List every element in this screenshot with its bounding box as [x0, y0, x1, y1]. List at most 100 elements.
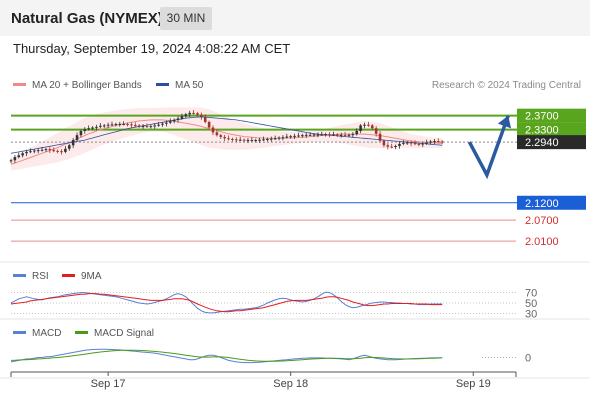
candle-body: [83, 129, 87, 131]
candle-body: [363, 124, 366, 126]
candle-body: [437, 141, 440, 143]
bollinger-band-area: [11, 107, 443, 171]
candle-body: [122, 124, 125, 126]
research-credit: Research © 2024 Trading Central: [431, 80, 581, 91]
candle-body: [44, 149, 48, 151]
candle-body: [67, 145, 71, 149]
candle-body: [176, 118, 180, 120]
candle-body: [258, 139, 261, 141]
candle-body: [207, 121, 211, 128]
candle-body: [36, 150, 40, 152]
candle-body: [413, 143, 417, 145]
candle-body: [347, 134, 351, 136]
candle-body: [114, 124, 118, 126]
candle-body: [215, 132, 219, 136]
candle-body: [87, 128, 90, 130]
legend-macd: MACD: [13, 328, 61, 339]
legend-ma20-swatch: [13, 82, 26, 86]
candle-body: [374, 128, 378, 134]
candle-body: [157, 124, 160, 126]
legend-macd-signal-swatch: [75, 330, 88, 334]
candle-body: [102, 125, 106, 127]
candle-body: [316, 134, 320, 136]
candle-body: [367, 124, 370, 126]
candle-body: [433, 141, 436, 143]
legend-ma20: MA 20 + Bollinger Bands: [13, 80, 142, 91]
macd-tick-0: 0: [525, 353, 531, 365]
candle-body: [402, 142, 405, 144]
level-label-2.3300: 2.3300: [525, 125, 559, 137]
candle-body: [29, 151, 32, 153]
candle-body: [200, 114, 203, 118]
candle-body: [99, 125, 102, 127]
candle-body: [250, 140, 254, 142]
candle-body: [370, 125, 374, 129]
candle-body: [297, 135, 300, 137]
candle-body: [343, 134, 347, 136]
candle-body: [134, 125, 137, 127]
candle-body: [130, 124, 133, 126]
candle-body: [254, 140, 258, 142]
legend-macd-swatch: [13, 330, 26, 334]
legend-rsi-swatch: [13, 273, 26, 277]
candle-body: [386, 145, 390, 147]
candle-body: [328, 134, 331, 136]
legend-ma20-label: MA 20 + Bollinger Bands: [32, 80, 142, 91]
candle-body: [40, 149, 44, 151]
candle-body: [262, 139, 265, 141]
candle-body: [390, 146, 393, 148]
candle-body: [336, 134, 339, 136]
candle-body: [281, 137, 285, 139]
candle-body: [91, 127, 94, 129]
candle-body: [196, 113, 199, 115]
legend-ma50: MA 50: [156, 80, 203, 91]
x-tick-label-Sep 19: Sep 19: [456, 378, 491, 390]
candle-body: [238, 139, 242, 141]
candle-body: [394, 145, 397, 148]
legend-macd-label: MACD: [32, 328, 62, 339]
legend-9ma-label: 9MA: [81, 271, 102, 282]
candle-body: [188, 112, 191, 115]
candle-body: [223, 136, 226, 139]
candle-body: [149, 126, 153, 128]
candle-body: [110, 124, 114, 126]
candle-body: [235, 139, 238, 141]
level-label-2.0100: 2.0100: [525, 236, 559, 248]
x-tick-label-Sep 18: Sep 18: [273, 378, 308, 390]
candle-body: [137, 125, 141, 127]
candle-body: [118, 124, 122, 126]
legend-macd-signal-label: MACD Signal: [94, 328, 155, 339]
candle-body: [398, 143, 401, 146]
candle-body: [304, 134, 308, 136]
legend-rsi-9ma: 9MA: [62, 271, 102, 282]
candle-body: [172, 119, 176, 122]
candle-body: [75, 135, 79, 141]
candle-body: [219, 135, 223, 137]
candle-body: [293, 135, 296, 137]
candle-body: [192, 112, 195, 114]
candle-body: [145, 126, 149, 128]
level-label-2.3700: 2.3700: [525, 111, 559, 123]
candle-body: [141, 126, 145, 128]
legend-rsi: RSI: [13, 271, 49, 282]
candle-body: [227, 138, 230, 140]
candle-body: [351, 134, 355, 136]
candle-body: [440, 141, 444, 143]
candle-body: [355, 131, 359, 135]
candle-body: [52, 150, 56, 152]
candle-body: [168, 121, 172, 123]
candle-body: [79, 131, 83, 136]
candle-body: [289, 136, 292, 138]
chart-canvas: 2.37002.33002.29402.12002.07002.01007050…: [0, 107, 590, 390]
candle-body: [184, 114, 188, 117]
rsi-tick-30: 30: [525, 308, 537, 320]
candle-body: [312, 134, 316, 136]
candle-body: [308, 134, 312, 136]
candle-body: [165, 122, 168, 124]
level-label-2.2940: 2.2940: [525, 137, 559, 149]
candle-body: [95, 126, 98, 128]
candle-body: [153, 125, 157, 127]
candle-body: [301, 135, 304, 137]
candle-body: [429, 141, 432, 143]
candle-body: [277, 137, 281, 139]
